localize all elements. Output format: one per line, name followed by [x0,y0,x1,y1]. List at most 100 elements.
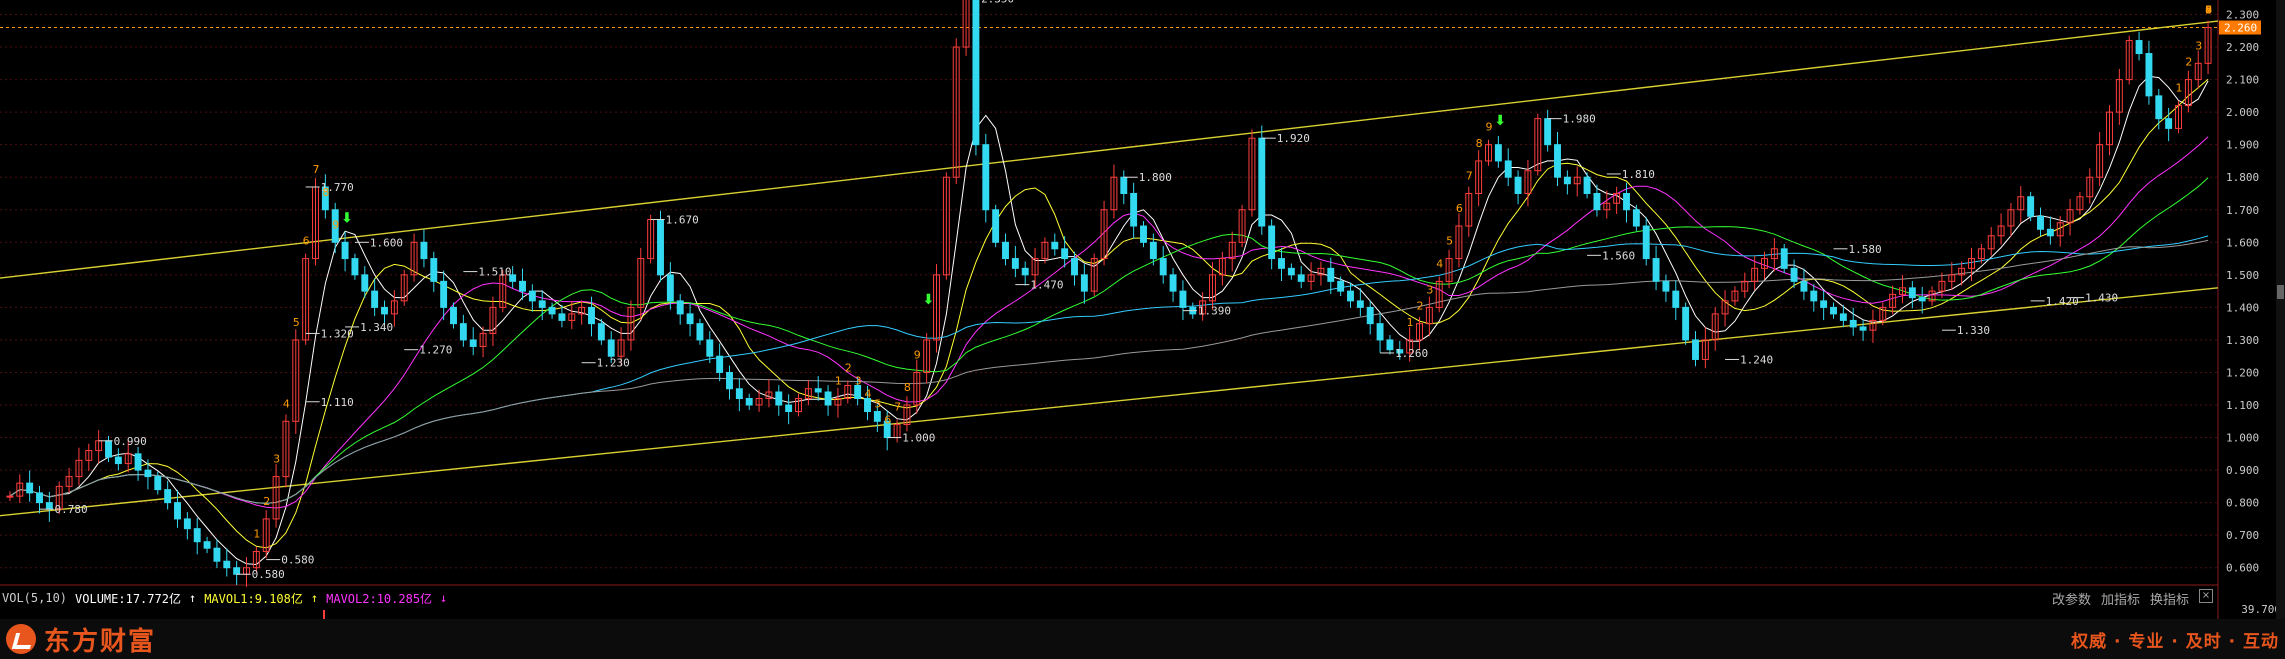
candle-body [1366,306,1374,325]
right-scrollbar[interactable] [2276,0,2285,619]
candle-body [1780,248,1788,269]
candle [657,210,664,282]
candle-body [1692,339,1699,360]
candle-body [696,323,704,341]
candle-body [686,313,694,325]
price-marker-label: 1.240 [1740,353,1773,366]
price-marker-label: 0.580 [281,554,314,567]
price-chart[interactable]: 2.300 2.200 2.100 2.000 1.900 1.800 1.700 1.600… [0,0,2285,619]
td-count-label: 7 [313,163,320,176]
price-marker-label: 1.670 [666,214,699,227]
brand-name: 东方财富 [44,626,157,657]
td-count-label: 9 [2205,4,2212,17]
price-marker-label: 1.110 [321,396,354,409]
candle-body [1810,290,1818,302]
candle-body [1120,176,1128,194]
td-count-label: 2 [1417,300,1424,313]
candle-body [548,306,556,315]
candle-body [1859,326,1867,331]
td-count-label: 1 [1407,316,1414,329]
candle-body [26,482,34,494]
candle-body [1514,176,1522,194]
candle-body [666,274,674,302]
candle-body [1386,339,1394,351]
add-indicator-button[interactable]: 加指标 [2101,589,2140,608]
brand-logo-icon [6,624,36,654]
candle-body [1682,306,1690,341]
candle-body [459,323,467,341]
y-tick-label: 0.600 [2226,562,2259,575]
candle-body [1051,241,1059,250]
slogan: 权威 · 专业 · 及时 · 互动 [2071,631,2279,652]
candle-body [1849,319,1857,328]
td-count-label: 4 [1436,257,1443,270]
candle-body [2037,215,2044,230]
candle-body [1642,225,1650,260]
td-count-label: 3 [1426,283,1433,296]
candle-body [164,489,172,504]
price-marker-label: 1.810 [1622,168,1655,181]
candle-body [1130,192,1138,227]
candle-body [538,300,546,308]
candle-body [1376,323,1384,341]
y-tick-label: 1.600 [2226,236,2259,249]
volume-toolbar: 改参数 加指标 换指标 × [2052,589,2213,608]
candle-body [371,290,379,308]
y-tick-label: 2.300 [2226,9,2259,22]
price-marker-label: 1.600 [370,236,403,249]
candle-body [1347,290,1354,302]
candle-body [1918,297,1926,302]
candle-body [36,492,43,504]
candle-body [676,300,684,315]
close-icon[interactable]: × [2199,589,2213,603]
candle-body [450,306,457,325]
candle [972,0,980,156]
candle-body [154,476,162,491]
candle-body [1278,258,1285,269]
candle-body [134,453,142,471]
candle-body [785,404,793,413]
candle-body [469,339,477,347]
td-count-label: 4 [865,388,872,401]
y-tick-label: 1.200 [2226,366,2259,379]
switch-indicator-button[interactable]: 换指标 [2150,589,2189,608]
candle-body [1593,192,1601,211]
y-tick-label: 1.700 [2226,204,2259,217]
footer-bar: 东方财富 权威 · 专业 · 及时 · 互动 [0,619,2285,659]
candle-body [1672,290,1680,308]
candle-body [1061,248,1069,260]
candle-body [1839,313,1847,321]
td-count-label: 8 [322,186,329,199]
y-tick-label: 2.200 [2226,41,2259,54]
price-marker-label: 1.800 [1139,171,1172,184]
candle-body [114,456,122,465]
edit-params-button[interactable]: 改参数 [2052,589,2091,608]
vol-indicator-name[interactable]: VOL(5,10) [2,591,67,605]
brand[interactable]: 东方财富 [0,621,156,658]
price-marker-label: 1.470 [1030,279,1063,292]
sell-signal-arrow-icon: ⬇ [1494,113,1506,129]
candle-body [1268,225,1276,260]
candle-body [528,290,536,302]
candle [1780,243,1788,274]
candle-body [361,274,369,292]
candle-body [1080,274,1088,292]
candle-body [716,355,724,373]
y-tick-label: 1.900 [2226,139,2259,152]
candle-body [1159,258,1167,276]
price-marker-label: 1.560 [1602,249,1635,262]
up-arrow-icon: ↑ [310,591,319,605]
volume-indicator-header: VOL(5,10) VOLUME:17.772亿 ↑ MAVOL1:9.108亿… [0,587,2212,609]
candle-body [1632,209,1640,227]
scroll-thumb[interactable] [2277,285,2284,299]
td-count-label: 5 [874,397,881,410]
td-count-label: 8 [904,381,911,394]
price-marker-label: 1.000 [902,432,935,445]
candle-body [381,306,388,315]
sell-signal-arrow-icon: ⬇ [341,211,353,227]
td-count-label: 5 [293,316,300,329]
td-count-label: 7 [894,401,901,414]
candle-body [45,502,53,510]
plot-background [0,0,2218,585]
candle-body [2135,40,2143,55]
